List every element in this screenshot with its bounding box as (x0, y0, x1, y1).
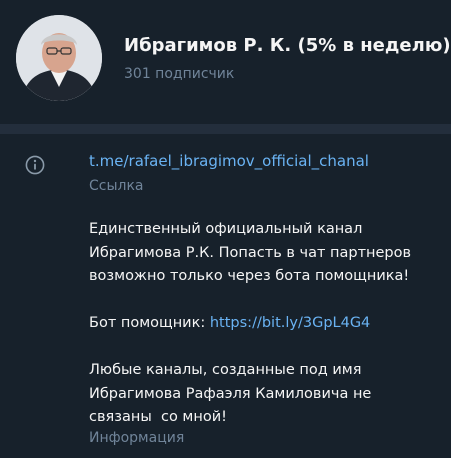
avatar-image (16, 15, 102, 101)
channel-header: Ибрагимов Р. К. (5% в неделю) 301 подпис… (0, 0, 451, 124)
channel-avatar[interactable] (16, 15, 102, 101)
subscriber-count: 301 подписчик (124, 66, 235, 82)
link-label: Ссылка (89, 178, 144, 194)
info-label: Информация (89, 430, 185, 446)
description-paragraph-1: Единственный официальный канал Ибрагимов… (89, 221, 412, 284)
channel-link[interactable]: t.me/rafael_ibragimov_official_chanal (89, 152, 439, 170)
description-paragraph-2: Любые каналы, созданные под имя Ибрагимо… (89, 362, 372, 425)
channel-name: Ибрагимов Р. К. (5% в неделю) (124, 35, 451, 56)
channel-description: Единственный официальный канал Ибрагимов… (89, 218, 439, 430)
bot-helper-prefix: Бот помощник: (89, 315, 210, 331)
info-icon (25, 155, 45, 175)
section-divider (0, 124, 451, 134)
channel-info-section: t.me/rafael_ibragimov_official_chanal Сс… (0, 134, 451, 458)
bot-link[interactable]: https://bit.ly/3GpL4G4 (210, 315, 370, 331)
